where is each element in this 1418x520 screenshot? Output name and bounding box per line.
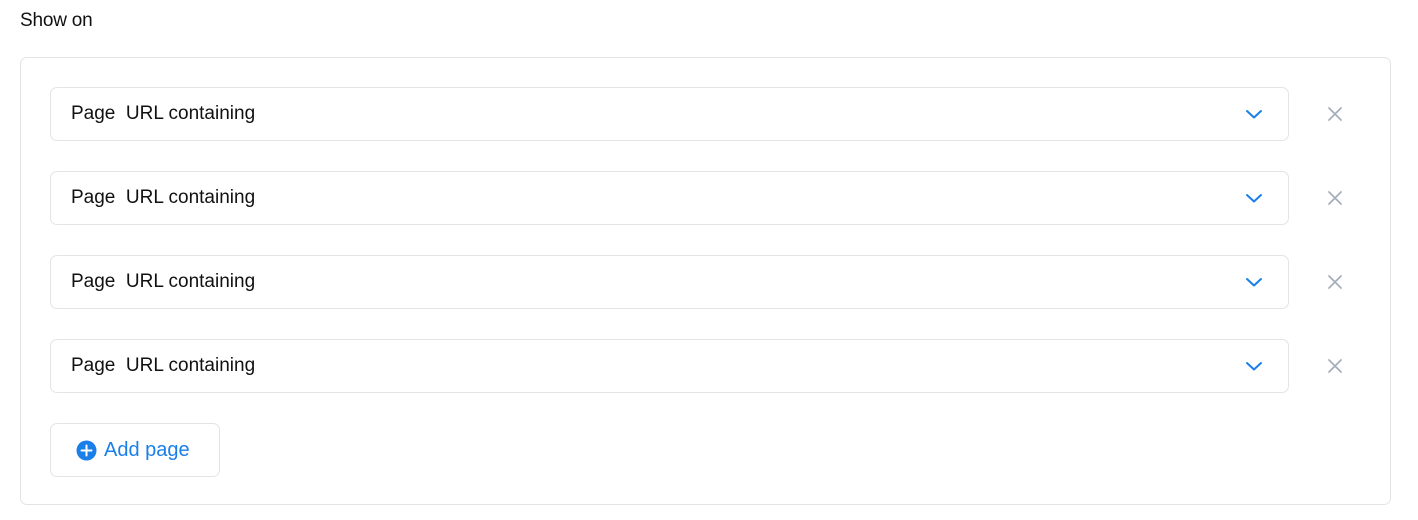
- page-rule-row: Page URL containing: [50, 87, 1350, 141]
- page-rule-select[interactable]: Page URL containing: [50, 87, 1289, 141]
- chevron-down-icon: [1246, 194, 1262, 203]
- page-rule-select[interactable]: Page URL containing: [50, 339, 1289, 393]
- add-page-label: Add page: [104, 439, 190, 461]
- page-rule-row: Page URL containing: [50, 171, 1350, 225]
- close-icon[interactable]: [1324, 271, 1346, 293]
- page-rule-row: Page URL containing: [50, 339, 1350, 393]
- page-rule-value: Page URL containing: [71, 187, 256, 208]
- close-icon[interactable]: [1324, 103, 1346, 125]
- add-page-button[interactable]: Add page: [50, 423, 220, 477]
- close-icon[interactable]: [1324, 355, 1346, 377]
- page-rule-select[interactable]: Page URL containing: [50, 255, 1289, 309]
- page-rule-value: Page URL containing: [71, 355, 256, 376]
- plus-circle-icon: [76, 440, 97, 461]
- chevron-down-icon: [1246, 278, 1262, 287]
- section-title: Show on: [20, 10, 93, 31]
- chevron-down-icon: [1246, 362, 1262, 371]
- page-rule-value: Page URL containing: [71, 271, 256, 292]
- page-rule-value: Page URL containing: [71, 103, 256, 124]
- close-icon[interactable]: [1324, 187, 1346, 209]
- page-rules-panel: Page URL containing Page URL containing …: [20, 57, 1391, 505]
- page-rule-row: Page URL containing: [50, 255, 1350, 309]
- chevron-down-icon: [1246, 110, 1262, 119]
- page-rule-select[interactable]: Page URL containing: [50, 171, 1289, 225]
